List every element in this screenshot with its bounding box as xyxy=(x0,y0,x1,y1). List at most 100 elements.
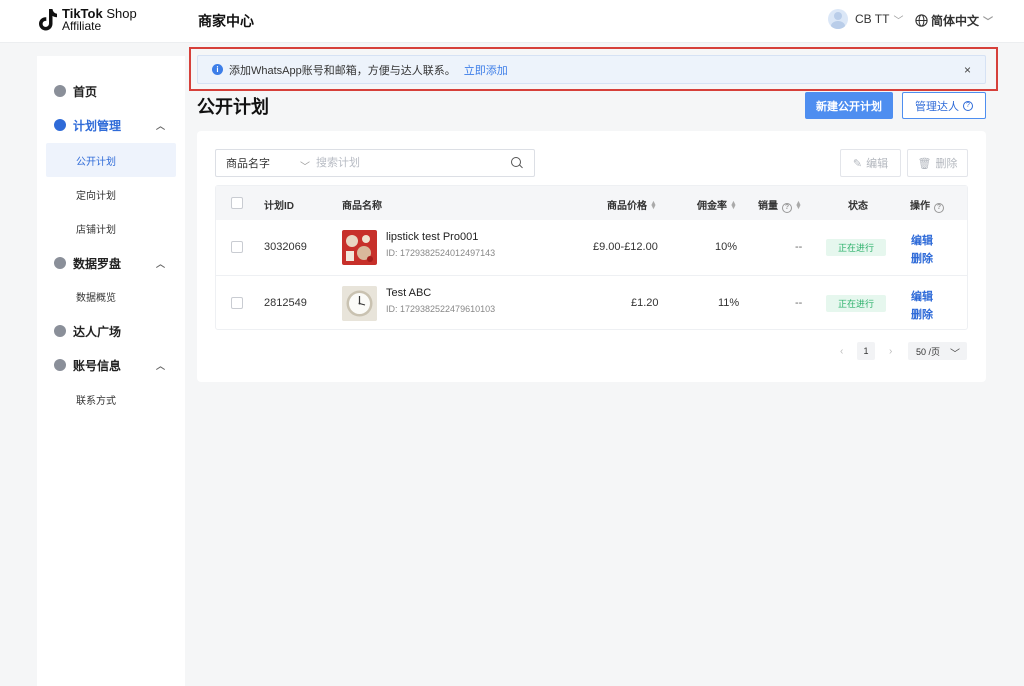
plans-table: 计划ID 商品名称 商品价格 ▲ ▼ 佣金率 ▲ ▼ 销量 ?▲ ▼ 状态 操作? 3032… xyxy=(215,185,968,330)
col-status: 状态 xyxy=(848,201,868,212)
row-checkbox[interactable] xyxy=(231,297,243,309)
col-sales[interactable]: 销量 ?▲ ▼ xyxy=(758,197,802,213)
page-size-select[interactable]: 50 /页 ﹀ xyxy=(908,342,967,360)
col-plan-id: 计划ID xyxy=(264,201,294,212)
table-row: 2812549 Test ABC ID: 1729382522479610103… xyxy=(216,275,967,330)
product-name: lipstick test Pro001 xyxy=(386,231,479,243)
status-badge: 正在进行 xyxy=(826,295,886,312)
sidebar-item-home[interactable]: 首页 xyxy=(37,74,185,108)
delete-link[interactable]: 删除 xyxy=(911,306,933,322)
col-actions: 操作? xyxy=(910,197,944,213)
row-checkbox[interactable] xyxy=(231,241,243,253)
sidebar-item-shop-plan[interactable]: 店铺计划 xyxy=(37,211,185,245)
col-commission[interactable]: 佣金率 ▲ ▼ xyxy=(697,197,737,212)
tiktok-shop-affiliate-logo[interactable]: TikTok Shop Affiliate xyxy=(38,6,137,33)
sidebar-item-data-overview[interactable]: 数据概览 xyxy=(37,279,185,313)
sidebar: 首页 计划管理 ︿ 公开计划 定向计划 店铺计划 数据罗盘 ︿ 数据概览 达人广… xyxy=(37,56,185,686)
filter-field-select[interactable]: 商品名字 ﹀ xyxy=(216,150,316,176)
product-thumbnail-lipstick xyxy=(342,230,377,265)
status-badge: 正在进行 xyxy=(826,239,886,256)
manage-creators-button[interactable]: 管理达人 ? xyxy=(902,92,986,119)
language-selector[interactable]: 简体中文 ﹀ xyxy=(915,12,993,29)
col-price-label: 商品价格 xyxy=(607,201,647,212)
sidebar-item-account-info[interactable]: 账号信息 ︿ xyxy=(37,348,185,382)
delete-label: 删除 xyxy=(935,158,958,170)
sidebar-item-label: 计划管理 xyxy=(73,118,122,133)
page-size-value: 50 /页 xyxy=(916,346,941,357)
table-row: 3032069 lipstick test Pro001 ID: 1729382… xyxy=(216,220,967,275)
search-creator-icon xyxy=(54,325,66,337)
compass-icon xyxy=(54,257,66,269)
language-label: 简体中文 xyxy=(931,14,980,28)
help-icon: ? xyxy=(934,203,944,213)
product-name: Test ABC xyxy=(386,287,432,299)
product-price: £9.00-£12.00 xyxy=(593,241,658,253)
app-title: 商家中心 xyxy=(198,13,254,29)
tiktok-logo-icon xyxy=(38,8,58,32)
sort-icon: ▲ ▼ xyxy=(730,200,737,212)
product-id: ID: 1729382524012497143 xyxy=(386,248,496,258)
chevron-up-icon: ︿ xyxy=(155,259,165,269)
plan-id: 2812549 xyxy=(264,297,307,309)
product-thumbnail-clock xyxy=(342,286,377,321)
edit-link[interactable]: 编辑 xyxy=(911,288,933,304)
prev-page-button[interactable]: ‹ xyxy=(840,342,843,360)
delete-button[interactable]: 🗑 删除 xyxy=(907,149,968,177)
chevron-up-icon: ︿ xyxy=(155,361,165,371)
sidebar-item-label: 定向计划 xyxy=(76,190,116,202)
page-number-current[interactable]: 1 xyxy=(857,342,875,360)
sidebar-item-label: 数据罗盘 xyxy=(73,256,122,271)
help-icon: ? xyxy=(782,203,792,213)
sidebar-item-creator-square[interactable]: 达人广场 xyxy=(37,314,185,348)
user-name: CB TT xyxy=(855,12,890,26)
help-icon: ? xyxy=(963,100,973,111)
sidebar-item-label: 公开计划 xyxy=(76,156,116,168)
col-price[interactable]: 商品价格 ▲ ▼ xyxy=(607,197,657,212)
create-public-plan-button[interactable]: 新建公开计划 xyxy=(805,92,893,119)
plan-icon xyxy=(54,119,66,131)
product-id: ID: 1729382522479610103 xyxy=(386,304,496,314)
sidebar-item-plan-management[interactable]: 计划管理 ︿ xyxy=(37,108,185,142)
sidebar-item-label: 达人广场 xyxy=(73,324,122,339)
table-header: 计划ID 商品名称 商品价格 ▲ ▼ 佣金率 ▲ ▼ 销量 ?▲ ▼ 状态 操作? xyxy=(216,186,967,220)
edit-button[interactable]: ✎ 编辑 xyxy=(840,149,901,177)
sidebar-item-targeted-plan[interactable]: 定向计划 xyxy=(37,177,185,211)
chevron-up-icon: ︿ xyxy=(155,121,165,131)
sidebar-item-data-compass[interactable]: 数据罗盘 ︿ xyxy=(37,246,185,280)
col-sales-label: 销量 xyxy=(758,201,778,212)
col-commission-label: 佣金率 xyxy=(697,201,727,212)
sidebar-item-label: 账号信息 xyxy=(73,358,122,373)
commission-rate: 10% xyxy=(715,241,738,253)
sales: -- xyxy=(795,297,803,309)
logo-shop: Shop xyxy=(106,6,137,21)
sidebar-item-label: 联系方式 xyxy=(76,395,116,407)
commission-rate: 11% xyxy=(718,297,740,309)
chevron-down-icon: ﹀ xyxy=(983,17,994,28)
sidebar-item-contact-info[interactable]: 联系方式 xyxy=(37,382,185,416)
trash-icon: 🗑 xyxy=(917,157,932,170)
sidebar-item-label: 店铺计划 xyxy=(76,224,116,236)
select-all-checkbox[interactable] xyxy=(231,197,243,209)
chevron-down-icon: ﹀ xyxy=(300,162,310,173)
next-page-button[interactable]: › xyxy=(889,342,892,360)
globe-icon xyxy=(915,14,928,27)
delete-link[interactable]: 删除 xyxy=(911,250,933,266)
sidebar-item-label: 首页 xyxy=(73,84,98,99)
col-actions-label: 操作 xyxy=(910,201,930,212)
plans-card: 商品名字 ﹀ ✎ 编辑 🗑 删除 计划ID 商品名称 商品价格▲▼ 佣金率▲▼ … xyxy=(197,131,986,382)
user-menu[interactable]: CB TT ﹀ xyxy=(828,9,903,29)
edit-label: 编辑 xyxy=(866,158,889,170)
home-icon xyxy=(54,85,66,97)
plan-id: 3032069 xyxy=(264,241,307,253)
search-icon[interactable] xyxy=(506,152,528,174)
chevron-down-icon: ﹀ xyxy=(893,15,904,27)
sidebar-item-public-plan[interactable]: 公开计划 xyxy=(46,143,176,177)
sort-icon: ▲ ▼ xyxy=(795,200,802,212)
logo-affiliate: Affiliate xyxy=(62,19,102,33)
search-input[interactable] xyxy=(316,150,506,176)
manage-creators-label: 管理达人 xyxy=(915,100,959,113)
sales: -- xyxy=(795,241,803,253)
top-bar: TikTok Shop Affiliate 商家中心 CB TT ﹀ 简体中文 … xyxy=(0,0,1024,43)
edit-link[interactable]: 编辑 xyxy=(911,232,933,248)
chevron-down-icon: ﹀ xyxy=(950,349,960,360)
